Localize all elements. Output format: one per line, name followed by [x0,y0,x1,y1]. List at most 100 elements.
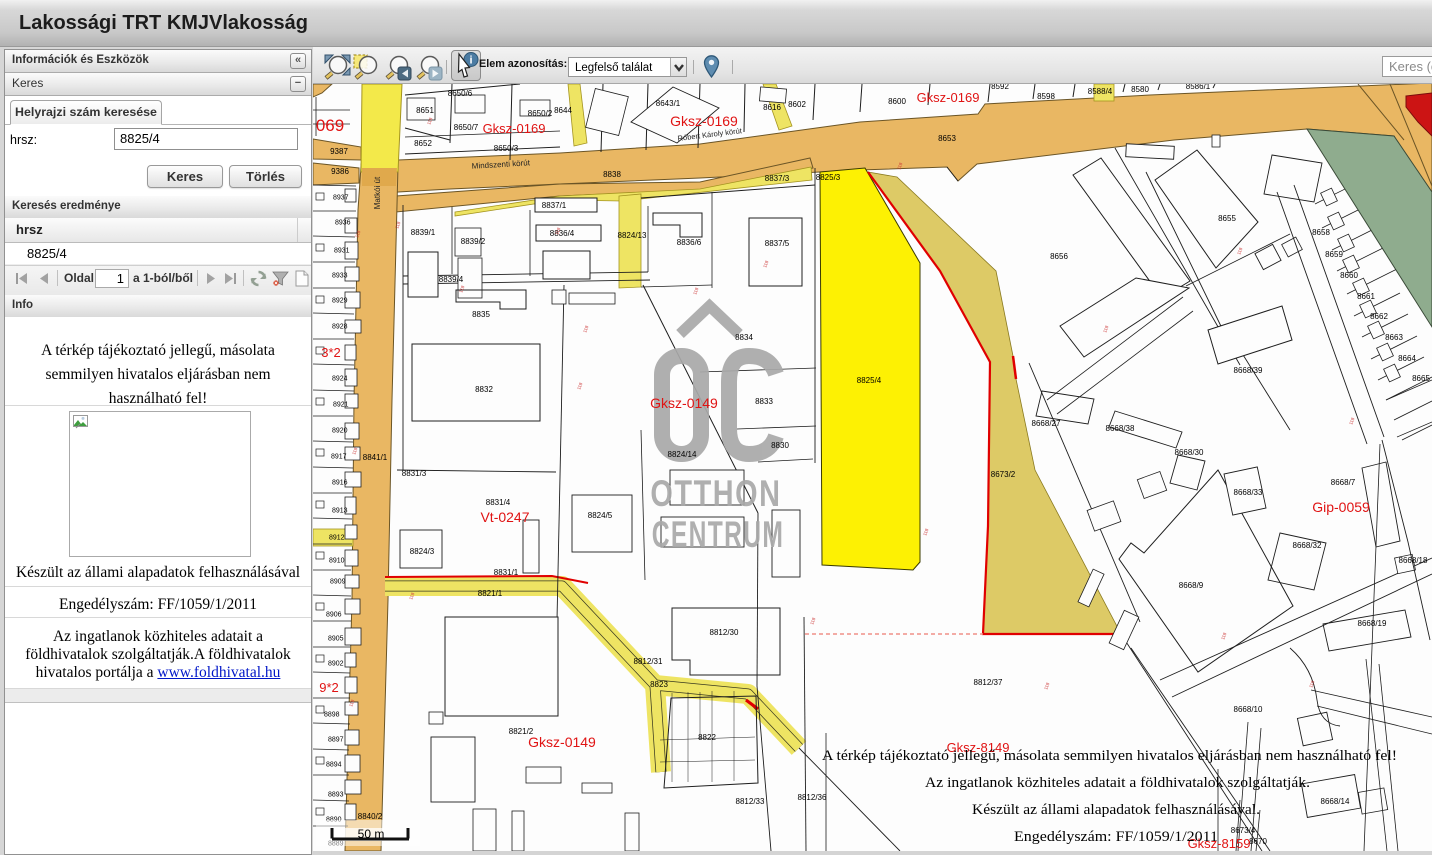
svg-text:8668/7: 8668/7 [1331,478,1356,487]
svg-text:8837/1: 8837/1 [542,201,567,210]
svg-text:8823: 8823 [650,680,668,689]
svg-text:8920: 8920 [332,428,348,435]
svg-text:8837/3: 8837/3 [765,174,790,183]
svg-text:8840/2: 8840/2 [358,812,383,821]
svg-text:8917: 8917 [331,454,347,461]
svg-text:8929: 8929 [332,298,348,305]
svg-text:8643/1: 8643/1 [656,99,681,108]
svg-text:8652: 8652 [414,139,432,148]
svg-text:8650/7: 8650/7 [454,123,479,132]
svg-text:9386: 9386 [331,167,349,176]
svg-text:Gip-0059: Gip-0059 [1312,499,1370,515]
svg-text:8668/27: 8668/27 [1032,419,1061,428]
svg-text:8831/3: 8831/3 [402,469,427,478]
svg-text:8824/3: 8824/3 [410,547,435,556]
svg-text:3*2: 3*2 [321,345,341,360]
svg-text:8928: 8928 [332,324,348,331]
svg-text:8832: 8832 [475,385,493,394]
svg-text:i: i [469,55,472,67]
svg-text:8598: 8598 [1037,92,1055,101]
svg-text:8668/30: 8668/30 [1175,448,1204,457]
svg-text:8937: 8937 [333,195,349,202]
svg-text:8825/3: 8825/3 [816,173,841,182]
svg-text:8659: 8659 [1325,250,1343,259]
svg-text:8668/19: 8668/19 [1358,619,1387,628]
svg-text:CENTRUM: CENTRUM [652,514,784,555]
svg-text:8653: 8653 [938,134,956,143]
svg-text:8668/38: 8668/38 [1106,424,1135,433]
svg-text:8921: 8921 [333,402,349,409]
svg-text:8905: 8905 [328,636,344,643]
svg-text:50 m: 50 m [358,827,385,841]
svg-text:8824/14: 8824/14 [668,450,697,459]
svg-text:8668/32: 8668/32 [1293,541,1322,550]
svg-text:8902: 8902 [328,661,344,668]
svg-text:8898: 8898 [324,712,340,719]
svg-text:8668/14: 8668/14 [1321,797,1350,806]
svg-text:8668/18: 8668/18 [1399,556,1428,565]
svg-text:8834: 8834 [735,333,753,342]
svg-text:8822: 8822 [698,733,716,742]
svg-text:8936: 8936 [335,220,351,227]
svg-text:9387: 9387 [330,147,348,156]
svg-text:8668/39: 8668/39 [1234,366,1263,375]
svg-text:8825/4: 8825/4 [857,376,882,385]
svg-text:8831/4: 8831/4 [486,498,511,507]
svg-text:069: 069 [316,116,344,135]
svg-text:8812/30: 8812/30 [710,628,739,637]
svg-text:Matkói út: Matkói út [373,176,382,209]
svg-text:Gksz-0169: Gksz-0169 [483,121,546,136]
svg-text:OTTHON: OTTHON [650,474,781,515]
svg-text:8841/1: 8841/1 [363,453,388,462]
svg-text:8812/33: 8812/33 [736,797,765,806]
svg-text:8592: 8592 [991,84,1009,91]
svg-text:8910: 8910 [329,558,345,565]
svg-text:8651: 8651 [416,106,434,115]
svg-text:8661: 8661 [1357,292,1375,301]
svg-text:8839/1: 8839/1 [411,228,436,237]
svg-text:9*2: 9*2 [319,680,339,695]
svg-text:Gksz-0149: Gksz-0149 [650,395,718,411]
svg-text:8673/4: 8673/4 [1231,826,1256,835]
svg-text:8668/33: 8668/33 [1234,488,1263,497]
svg-text:8913: 8913 [332,508,348,515]
svg-text:8586/1: 8586/1 [1186,84,1211,91]
svg-text:8600: 8600 [888,97,906,106]
svg-text:8812/31: 8812/31 [634,657,663,666]
svg-text:Gksz-0149: Gksz-0149 [528,734,596,750]
svg-text:8912: 8912 [329,535,345,542]
svg-text:8664: 8664 [1398,354,1416,363]
svg-text:8650/3: 8650/3 [494,144,519,153]
svg-text:8931: 8931 [334,248,350,255]
svg-text:8668/9: 8668/9 [1179,581,1204,590]
svg-text:8824/13: 8824/13 [618,231,647,240]
svg-text:8673/2: 8673/2 [991,470,1016,479]
svg-text:8660: 8660 [1340,271,1358,280]
svg-text:8894: 8894 [326,762,342,769]
svg-text:8658: 8658 [1312,228,1330,237]
svg-text:Gksz-0169: Gksz-0169 [670,113,738,129]
svg-text:8838: 8838 [603,170,621,179]
svg-text:8616: 8616 [763,103,781,112]
svg-text:8933: 8933 [332,273,348,280]
svg-text:8839/4: 8839/4 [439,275,464,284]
svg-text:Engedélyszám: FF/1059/1/2011: Engedélyszám: FF/1059/1/2011 [1014,829,1218,845]
svg-text:Gksz-0169: Gksz-0169 [917,90,980,105]
svg-text:8916: 8916 [332,480,348,487]
svg-text:8821/1: 8821/1 [478,589,503,598]
svg-text:8893: 8893 [328,792,344,799]
svg-text:8824/5: 8824/5 [588,511,613,520]
svg-text:Az ingatlanok közhiteles adata: Az ingatlanok közhiteles adatait a földh… [925,775,1310,791]
svg-text:8924: 8924 [332,376,348,383]
svg-text:8665: 8665 [1412,374,1430,383]
svg-text:8644: 8644 [554,106,572,115]
svg-text:8909: 8909 [330,579,346,586]
svg-text:8602: 8602 [788,100,806,109]
svg-text:8833: 8833 [755,397,773,406]
svg-text:8839/2: 8839/2 [461,237,486,246]
svg-text:8668/10: 8668/10 [1234,705,1263,714]
svg-text:A térkép tájékoztató jellegű,: A térkép tájékoztató jellegű, másolata s… [822,748,1397,764]
svg-text:8650/2: 8650/2 [528,109,553,118]
svg-text:8655: 8655 [1218,214,1236,223]
svg-text:Vt-0247: Vt-0247 [480,509,529,525]
